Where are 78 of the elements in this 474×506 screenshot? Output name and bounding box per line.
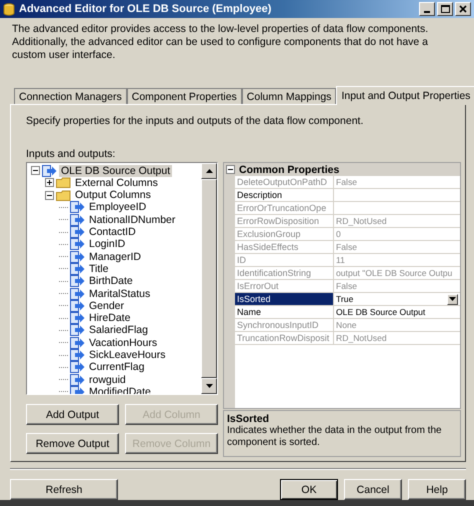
- expander-icon[interactable]: [226, 165, 235, 174]
- tree-item[interactable]: BirthDate: [87, 275, 135, 288]
- column-icon: [70, 300, 85, 312]
- tree-label: Inputs and outputs:: [26, 148, 116, 162]
- help-title: IsSorted: [227, 413, 270, 426]
- column-icon: [70, 214, 85, 226]
- tab[interactable]: Component Properties: [126, 88, 242, 104]
- database-icon: [3, 2, 15, 16]
- column-icon: [70, 226, 85, 238]
- column-icon: [70, 386, 85, 394]
- property-value: output "OLE DB Source Outpu: [335, 267, 454, 280]
- maximize-icon: [440, 5, 450, 14]
- scroll-bar[interactable]: [201, 163, 217, 394]
- column-icon: [70, 361, 85, 374]
- property-value: OLE DB Source Output: [335, 306, 426, 318]
- tree-item[interactable]: Output Columns: [73, 189, 153, 202]
- column-icon: [70, 324, 85, 336]
- tree-item[interactable]: EmployeeID: [87, 201, 148, 214]
- column-icon: [70, 288, 85, 300]
- property-name[interactable]: Name: [235, 306, 334, 318]
- tree-item[interactable]: OLE DB Source Output: [59, 164, 172, 177]
- close-button[interactable]: [455, 2, 471, 16]
- property-value: False: [335, 280, 358, 292]
- tree-item[interactable]: rowguid: [87, 374, 128, 386]
- tree-item[interactable]: SalariedFlag: [87, 324, 150, 336]
- column-icon: [70, 312, 85, 324]
- property-value: RD_NotUsed: [335, 215, 388, 228]
- tree-item[interactable]: MaritalStatus: [87, 288, 152, 300]
- property-value: None: [335, 319, 358, 332]
- action-button[interactable]: Remove Output: [26, 433, 119, 454]
- column-icon: [70, 238, 85, 250]
- tree-item[interactable]: Gender: [87, 300, 126, 312]
- column-icon: [70, 275, 85, 288]
- action-button[interactable]: Add Output: [26, 404, 119, 426]
- tree-item[interactable]: Title: [87, 262, 110, 275]
- maximize-button[interactable]: [437, 2, 453, 16]
- tree-item[interactable]: CurrentFlag: [87, 361, 146, 374]
- expander-icon[interactable]: [45, 178, 54, 188]
- close-icon: [459, 5, 467, 14]
- dialog-button[interactable]: Refresh: [10, 479, 118, 500]
- property-name[interactable]: IsSorted: [235, 293, 334, 306]
- column-icon: [42, 164, 57, 177]
- tab[interactable]: Input and Output Properties: [336, 86, 474, 106]
- column-icon: [70, 201, 85, 214]
- expander-icon[interactable]: [31, 166, 40, 176]
- column-icon: [70, 349, 85, 362]
- tree-item[interactable]: ContactID: [87, 226, 138, 238]
- tree-item[interactable]: VacationHours: [87, 336, 160, 349]
- column-icon: [70, 336, 85, 349]
- property-value: False: [335, 241, 358, 254]
- tree-item[interactable]: NationalIDNumber: [87, 214, 178, 226]
- tree-item[interactable]: HireDate: [87, 312, 132, 324]
- tree-item[interactable]: External Columns: [73, 176, 160, 189]
- property-dropdown[interactable]: True: [334, 293, 460, 306]
- tab[interactable]: Connection Managers: [14, 88, 127, 104]
- column-icon: [70, 250, 85, 263]
- property-name[interactable]: Description: [235, 189, 334, 202]
- tree-item[interactable]: LoginID: [87, 238, 128, 250]
- property-value: False: [335, 176, 358, 188]
- category-header: Common Properties: [239, 164, 340, 176]
- dialog-button[interactable]: Help: [408, 479, 466, 500]
- help-text: Indicates whether the data in the output from the component is sorted.: [227, 425, 443, 450]
- column-icon: [70, 262, 85, 275]
- tab[interactable]: Column Mappings: [242, 88, 336, 104]
- instruction-text: Specify properties for the inputs and outputs of the data flow component.: [26, 115, 364, 128]
- dialog-description: The advanced editor provides access to the low-level properties of data flow components. Additionally, the advanced editor can be used to configure components that do not have a custom user interface.: [12, 23, 430, 62]
- property-value: 11: [335, 254, 346, 266]
- tree-item[interactable]: ManagerID: [87, 250, 143, 263]
- minimize-button[interactable]: [419, 2, 435, 16]
- window-title: Advanced Editor for OLE DB Source (Employee): [19, 3, 272, 16]
- property-value: 0: [335, 228, 342, 240]
- tree-item[interactable]: SickLeaveHours: [87, 349, 168, 362]
- dialog-button[interactable]: Cancel: [344, 479, 402, 500]
- column-icon: [70, 374, 85, 386]
- property-value: RD_NotUsed: [335, 332, 388, 344]
- expander-icon[interactable]: [45, 190, 54, 200]
- dialog-button[interactable]: OK: [280, 479, 338, 500]
- folder-icon: [56, 190, 71, 201]
